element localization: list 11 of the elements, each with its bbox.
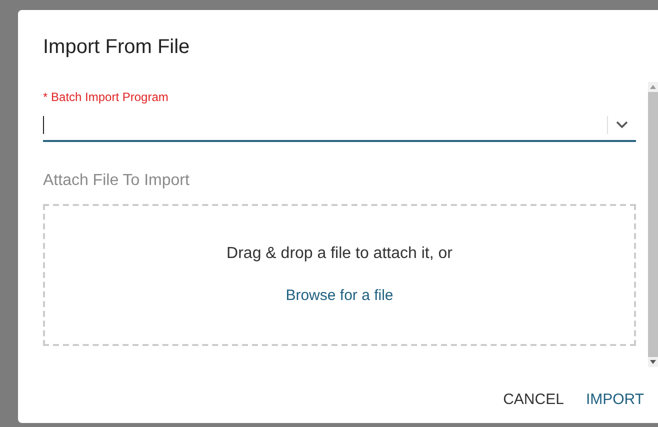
- field-label: * Batch Import Program: [43, 90, 170, 104]
- scrollbar[interactable]: [648, 82, 658, 367]
- import-button[interactable]: IMPORT: [578, 385, 652, 414]
- cancel-button[interactable]: CANCEL: [495, 385, 572, 414]
- dialog-title: Import From File: [42, 35, 191, 60]
- drop-text: Drag & drop a file to attach it, or: [226, 244, 452, 262]
- drop-zone[interactable]: Drag & drop a file to attach it, or Browse for a file: [43, 204, 636, 346]
- text-cursor: [43, 116, 44, 134]
- browse-link[interactable]: Browse for a file: [286, 286, 394, 304]
- attach-label: Attach File To Import: [43, 172, 190, 190]
- chevron-down-icon: [616, 121, 628, 129]
